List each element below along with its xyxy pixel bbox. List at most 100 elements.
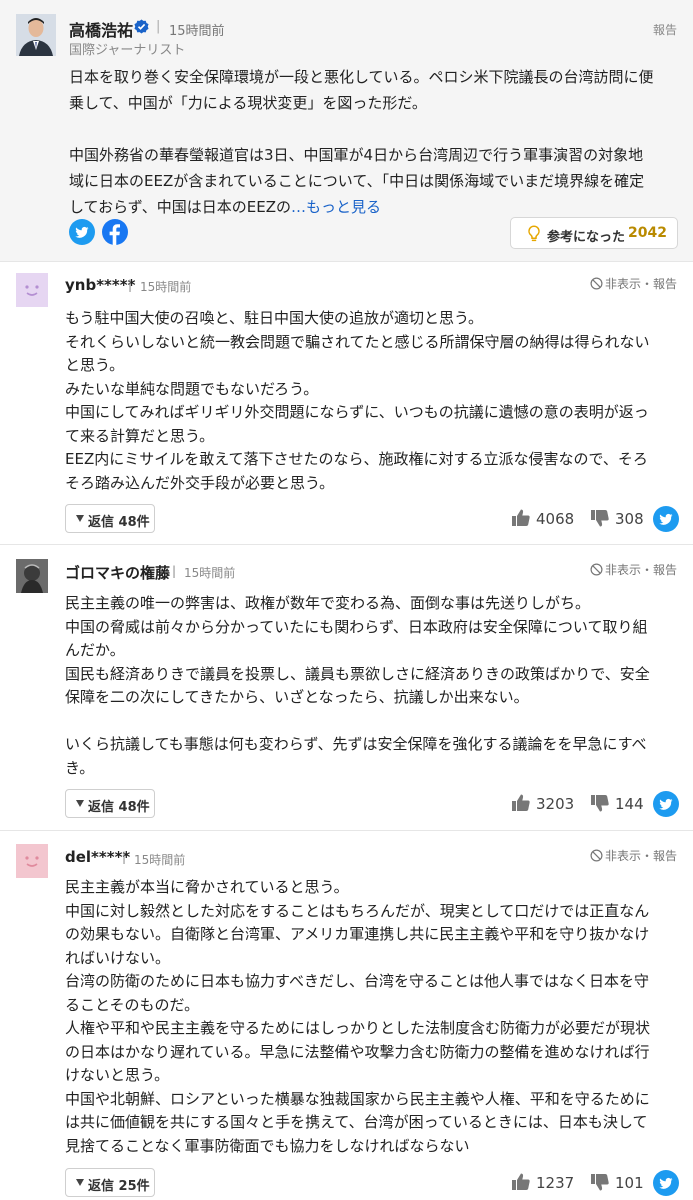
verified-badge-icon (134, 19, 149, 34)
dislike-count: 144 (615, 795, 644, 813)
comment-line (69, 116, 681, 142)
comment-line: 中国外務省の華春瑩報道官は3日、中国軍が4日から台湾周辺で行う軍事演習の対象地 (69, 146, 644, 164)
bulb-icon (528, 225, 540, 242)
twitter-icon[interactable] (653, 506, 679, 532)
caret-down-icon (76, 1179, 84, 1186)
comment-line: 中国に対し毅然とした対応をすることはもちろんだが、現実として口だけでは正直なん (65, 901, 650, 920)
comment-body: 民主主義の唯一の弊害は、政権が数年で変わる為、面倒な事は先送りしがち。 中国の脅… (65, 592, 680, 780)
comment-line: 乗して、中国が「力による現状変更」を図った形だ。 (69, 94, 427, 112)
caret-down-icon (76, 800, 84, 807)
comment-line: の効果もない。自衛隊と台湾軍、アメリカ軍連携し共に民主主義や平和を守り抜かなけ (65, 925, 650, 943)
dislike-count: 308 (615, 510, 644, 528)
comment-line: は共に価値観を共にする国々と手を携えて、台湾が困っているときには、日本も決して (65, 1113, 648, 1131)
comment-line: 国民も経済ありきで議員を投票し、議員も票欲しさに経済ありきの政策ばかりで、安全 (65, 664, 650, 683)
hide-report-link[interactable]: 非表示・報告 (590, 561, 677, 578)
replies-button[interactable]: 返信 48件 (65, 504, 155, 533)
avatar[interactable] (16, 559, 48, 593)
expert-comment-card: 高橋浩祐 | 15時間前 国際ジャーナリスト 報告 日本を取り巻く安全保障環境が… (0, 0, 693, 262)
comment-line: 日本を取り巻く安全保障環境が一段と悪化している。ペロシ米下院議長の台湾訪問に便 (69, 68, 654, 86)
twitter-icon[interactable] (69, 219, 95, 245)
comment-line: て来る計算だと思う。 (65, 426, 215, 445)
comment-line: の日本はかなり遅れている。早急に法整備や攻撃力含む防衛力の整備を進めなければ行 (65, 1042, 650, 1061)
thumbs-up-icon (512, 509, 530, 526)
hide-report-label: 非表示・報告 (604, 277, 677, 291)
replies-button[interactable]: 返信 48件 (65, 789, 155, 818)
comment-username[interactable]: ynb***** (65, 276, 135, 294)
comment-line: と思う。 (65, 356, 125, 374)
comment-item: del***** | 15時間前 非表示・報告 民主主義が本当に脅かされていると… (0, 831, 693, 1200)
expert-avatar[interactable] (16, 14, 56, 56)
comment-line: き。 (65, 758, 95, 777)
hide-report-label: 非表示・報告 (604, 563, 677, 577)
comment-line: 見捨てることなく軍事防衛面でも協力をしなければならない (65, 1136, 470, 1155)
comment-line-text: しておらず、中国は日本のEEZの (69, 198, 291, 216)
comment-line: みたいな単純な問題でもないだろう。 (65, 379, 319, 398)
comment-line: 台湾の防衛のために日本も協力すべきだし、台湾を守ることは他人事ではなく日本を守 (65, 972, 649, 990)
comment-time: 15時間前 (184, 566, 236, 580)
comment-line: 保障を二の次にしてきたから、いざとなったら、抗議しか出来ない。 (65, 688, 529, 706)
comment-line: 民主主義の唯一の弊害は、政権が数年で変わる為、面倒な事は先送りしがち。 (65, 594, 591, 612)
dislike-count: 101 (615, 1174, 644, 1192)
useful-count: 2042 (628, 225, 667, 241)
separator: | (172, 564, 177, 578)
comment-line: 人権や平和や民主主義を守るためにはしっかりとした法制度含む防衛力が必要だが現状 (65, 1019, 651, 1037)
like-count: 1237 (536, 1174, 575, 1192)
separator: | (156, 19, 161, 34)
useful-button[interactable]: 参考になった 2042 (510, 217, 678, 249)
comment-username[interactable]: ゴロマキの権藤 (65, 562, 170, 583)
expert-comment-body: 日本を取り巻く安全保障環境が一段と悪化している。ペロシ米下院議長の台湾訪問に便 … (69, 64, 681, 220)
comment-username[interactable]: del***** (65, 848, 130, 866)
expert-name[interactable]: 高橋浩祐 (69, 17, 133, 41)
hide-icon (590, 277, 603, 290)
comment-line: 民主主義が本当に脅かされていると思う。 (65, 878, 349, 896)
report-link[interactable]: 報告 (653, 21, 677, 38)
comment-line: ればいけない。 (65, 948, 171, 967)
facebook-icon[interactable] (102, 219, 128, 245)
twitter-icon[interactable] (653, 791, 679, 817)
replies-button[interactable]: 返信 25件 (65, 1168, 155, 1197)
hide-report-label: 非表示・報告 (604, 849, 677, 863)
comment-line (65, 710, 680, 734)
thumbs-down-icon (591, 795, 609, 812)
thumbs-up-icon (512, 794, 530, 811)
useful-label: 参考になった (547, 230, 626, 245)
comment-line: ることそのものだ。 (65, 995, 200, 1014)
avatar[interactable] (16, 273, 48, 307)
separator: | (122, 850, 127, 864)
comment-line: もう駐中国大使の召喚と、駐日中国大使の追放が適切と思う。 (65, 309, 484, 327)
hide-icon (590, 563, 603, 576)
like-count: 4068 (536, 510, 575, 528)
read-more-link[interactable]: …もっと見る (291, 198, 381, 216)
like-count: 3203 (536, 795, 575, 813)
hide-report-link[interactable]: 非表示・報告 (590, 275, 677, 292)
comment-line: 中国にしてみればギリギリ外交問題にならずに、いつもの抗議に遺憾の意の表明が返っ (65, 403, 649, 421)
twitter-icon[interactable] (653, 1170, 679, 1196)
comment-item: ゴロマキの権藤 | 15時間前 非表示・報告 民主主義の唯一の弊害は、政権が数年… (0, 545, 693, 831)
thumbs-down-icon (591, 510, 609, 527)
comment-body: 民主主義が本当に脅かされていると思う。 中国に対し毅然とした対応をすることはもち… (65, 876, 680, 1158)
comment-line: 中国の脅威は前々から分かっていたにも関わらず、日本政府は安全保障について取り組 (65, 617, 648, 636)
replies-label: 返信 48件 (88, 515, 150, 530)
hide-report-link[interactable]: 非表示・報告 (590, 847, 677, 864)
comment-line: 中国や北朝鮮、ロシアといった横暴な独裁国家から民主主義や人権、平和を守るために (65, 1089, 650, 1108)
thumbs-down-icon (591, 1174, 609, 1191)
avatar[interactable] (16, 844, 48, 878)
comment-time: 15時間前 (134, 853, 186, 867)
comment-line: それくらいしないと統一教会問題で騙されてたと感じる所謂保守層の納得は得られない (65, 332, 650, 351)
comment-line: そろ踏み込んだ外交手段が必要と思う。 (65, 473, 335, 492)
comment-body: もう駐中国大使の召喚と、駐日中国大使の追放が適切と思う。 それくらいしないと統一… (65, 307, 680, 495)
caret-down-icon (76, 515, 84, 522)
comment-line: けないと思う。 (65, 1066, 170, 1084)
comment-item: ynb***** | 15時間前 非表示・報告 もう駐中国大使の召喚と、駐日中国… (0, 262, 693, 545)
comment-time: 15時間前 (140, 280, 192, 294)
hide-icon (590, 849, 603, 862)
comment-line: EEZ内にミサイルを敢えて落下させたのなら、施政権に対する立派な侵害なので、そろ (65, 450, 648, 468)
replies-label: 返信 25件 (88, 1179, 150, 1194)
thumbs-up-icon (512, 1173, 530, 1190)
comment-line: んだか。 (65, 641, 125, 659)
replies-label: 返信 48件 (88, 800, 150, 815)
expert-time: 15時間前 (169, 24, 225, 39)
expert-role: 国際ジャーナリスト (69, 43, 186, 58)
comment-line: 域に日本のEEZが含まれていることについて、「中日は関係海域でいまだ境界線を確定 (69, 172, 645, 190)
separator: | (128, 278, 133, 292)
